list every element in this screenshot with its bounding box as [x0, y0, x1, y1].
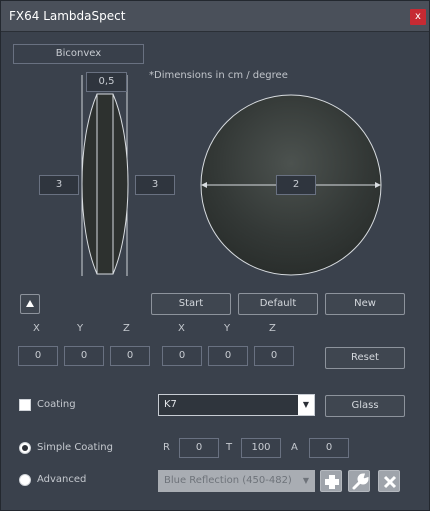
add-coating-button[interactable]: [320, 470, 342, 492]
plus-icon: [325, 475, 339, 489]
right-radius-field[interactable]: 3: [135, 175, 175, 195]
position-x-field[interactable]: 0: [18, 346, 58, 366]
a-label: A: [291, 442, 298, 453]
r-field[interactable]: 0: [179, 438, 219, 458]
glass-button[interactable]: Glass: [325, 395, 405, 417]
coating-label: Coating: [37, 399, 76, 410]
position-z-field[interactable]: 0: [110, 346, 150, 366]
thickness-field[interactable]: 0,5: [86, 72, 127, 92]
axis-header-y1: Y: [77, 323, 84, 334]
start-button[interactable]: Start: [151, 293, 231, 315]
collapse-button[interactable]: [20, 294, 40, 314]
coating-checkbox[interactable]: [19, 399, 31, 411]
advanced-select-value: Blue Reflection (450-482): [164, 475, 292, 486]
advanced-coating-select[interactable]: Blue Reflection (450-482) ▼: [158, 470, 315, 492]
left-radius-field[interactable]: 3: [39, 175, 79, 195]
delete-coating-button[interactable]: [378, 470, 400, 492]
axis-header-x2: X: [178, 323, 185, 334]
axis-header-x1: X: [33, 323, 40, 334]
wrench-icon: [352, 473, 369, 490]
t-field[interactable]: 100: [241, 438, 281, 458]
lens-profile: [81, 75, 129, 276]
rotation-x-field[interactable]: 0: [162, 346, 202, 366]
t-label: T: [226, 442, 233, 453]
new-button[interactable]: New: [325, 293, 405, 315]
reset-button[interactable]: Reset: [325, 347, 405, 369]
axis-header-z1: Z: [123, 323, 130, 334]
close-icon: [383, 475, 397, 489]
default-button[interactable]: Default: [238, 293, 318, 315]
chevron-down-icon[interactable]: ▼: [298, 471, 314, 491]
advanced-radio[interactable]: [19, 474, 31, 486]
axis-header-y2: Y: [224, 323, 231, 334]
rotation-z-field[interactable]: 0: [254, 346, 294, 366]
a-field[interactable]: 0: [309, 438, 349, 458]
simple-coating-radio[interactable]: [19, 442, 31, 454]
rotation-y-field[interactable]: 0: [208, 346, 248, 366]
r-label: R: [163, 442, 170, 453]
edit-coating-button[interactable]: [348, 470, 370, 492]
simple-coating-label: Simple Coating: [37, 442, 113, 453]
triangle-up-icon: [26, 300, 34, 307]
advanced-label: Advanced: [37, 474, 87, 485]
chevron-down-icon[interactable]: ▼: [298, 395, 314, 415]
app-window: FX64 LambdaSpect x Biconvex *Dimensions …: [0, 0, 430, 511]
lens-diagram: [81, 75, 382, 276]
glass-select[interactable]: K7 ▼: [158, 394, 315, 416]
position-y-field[interactable]: 0: [64, 346, 104, 366]
diameter-field[interactable]: 2: [276, 175, 316, 195]
glass-select-value: K7: [164, 399, 177, 410]
axis-header-z2: Z: [269, 323, 276, 334]
